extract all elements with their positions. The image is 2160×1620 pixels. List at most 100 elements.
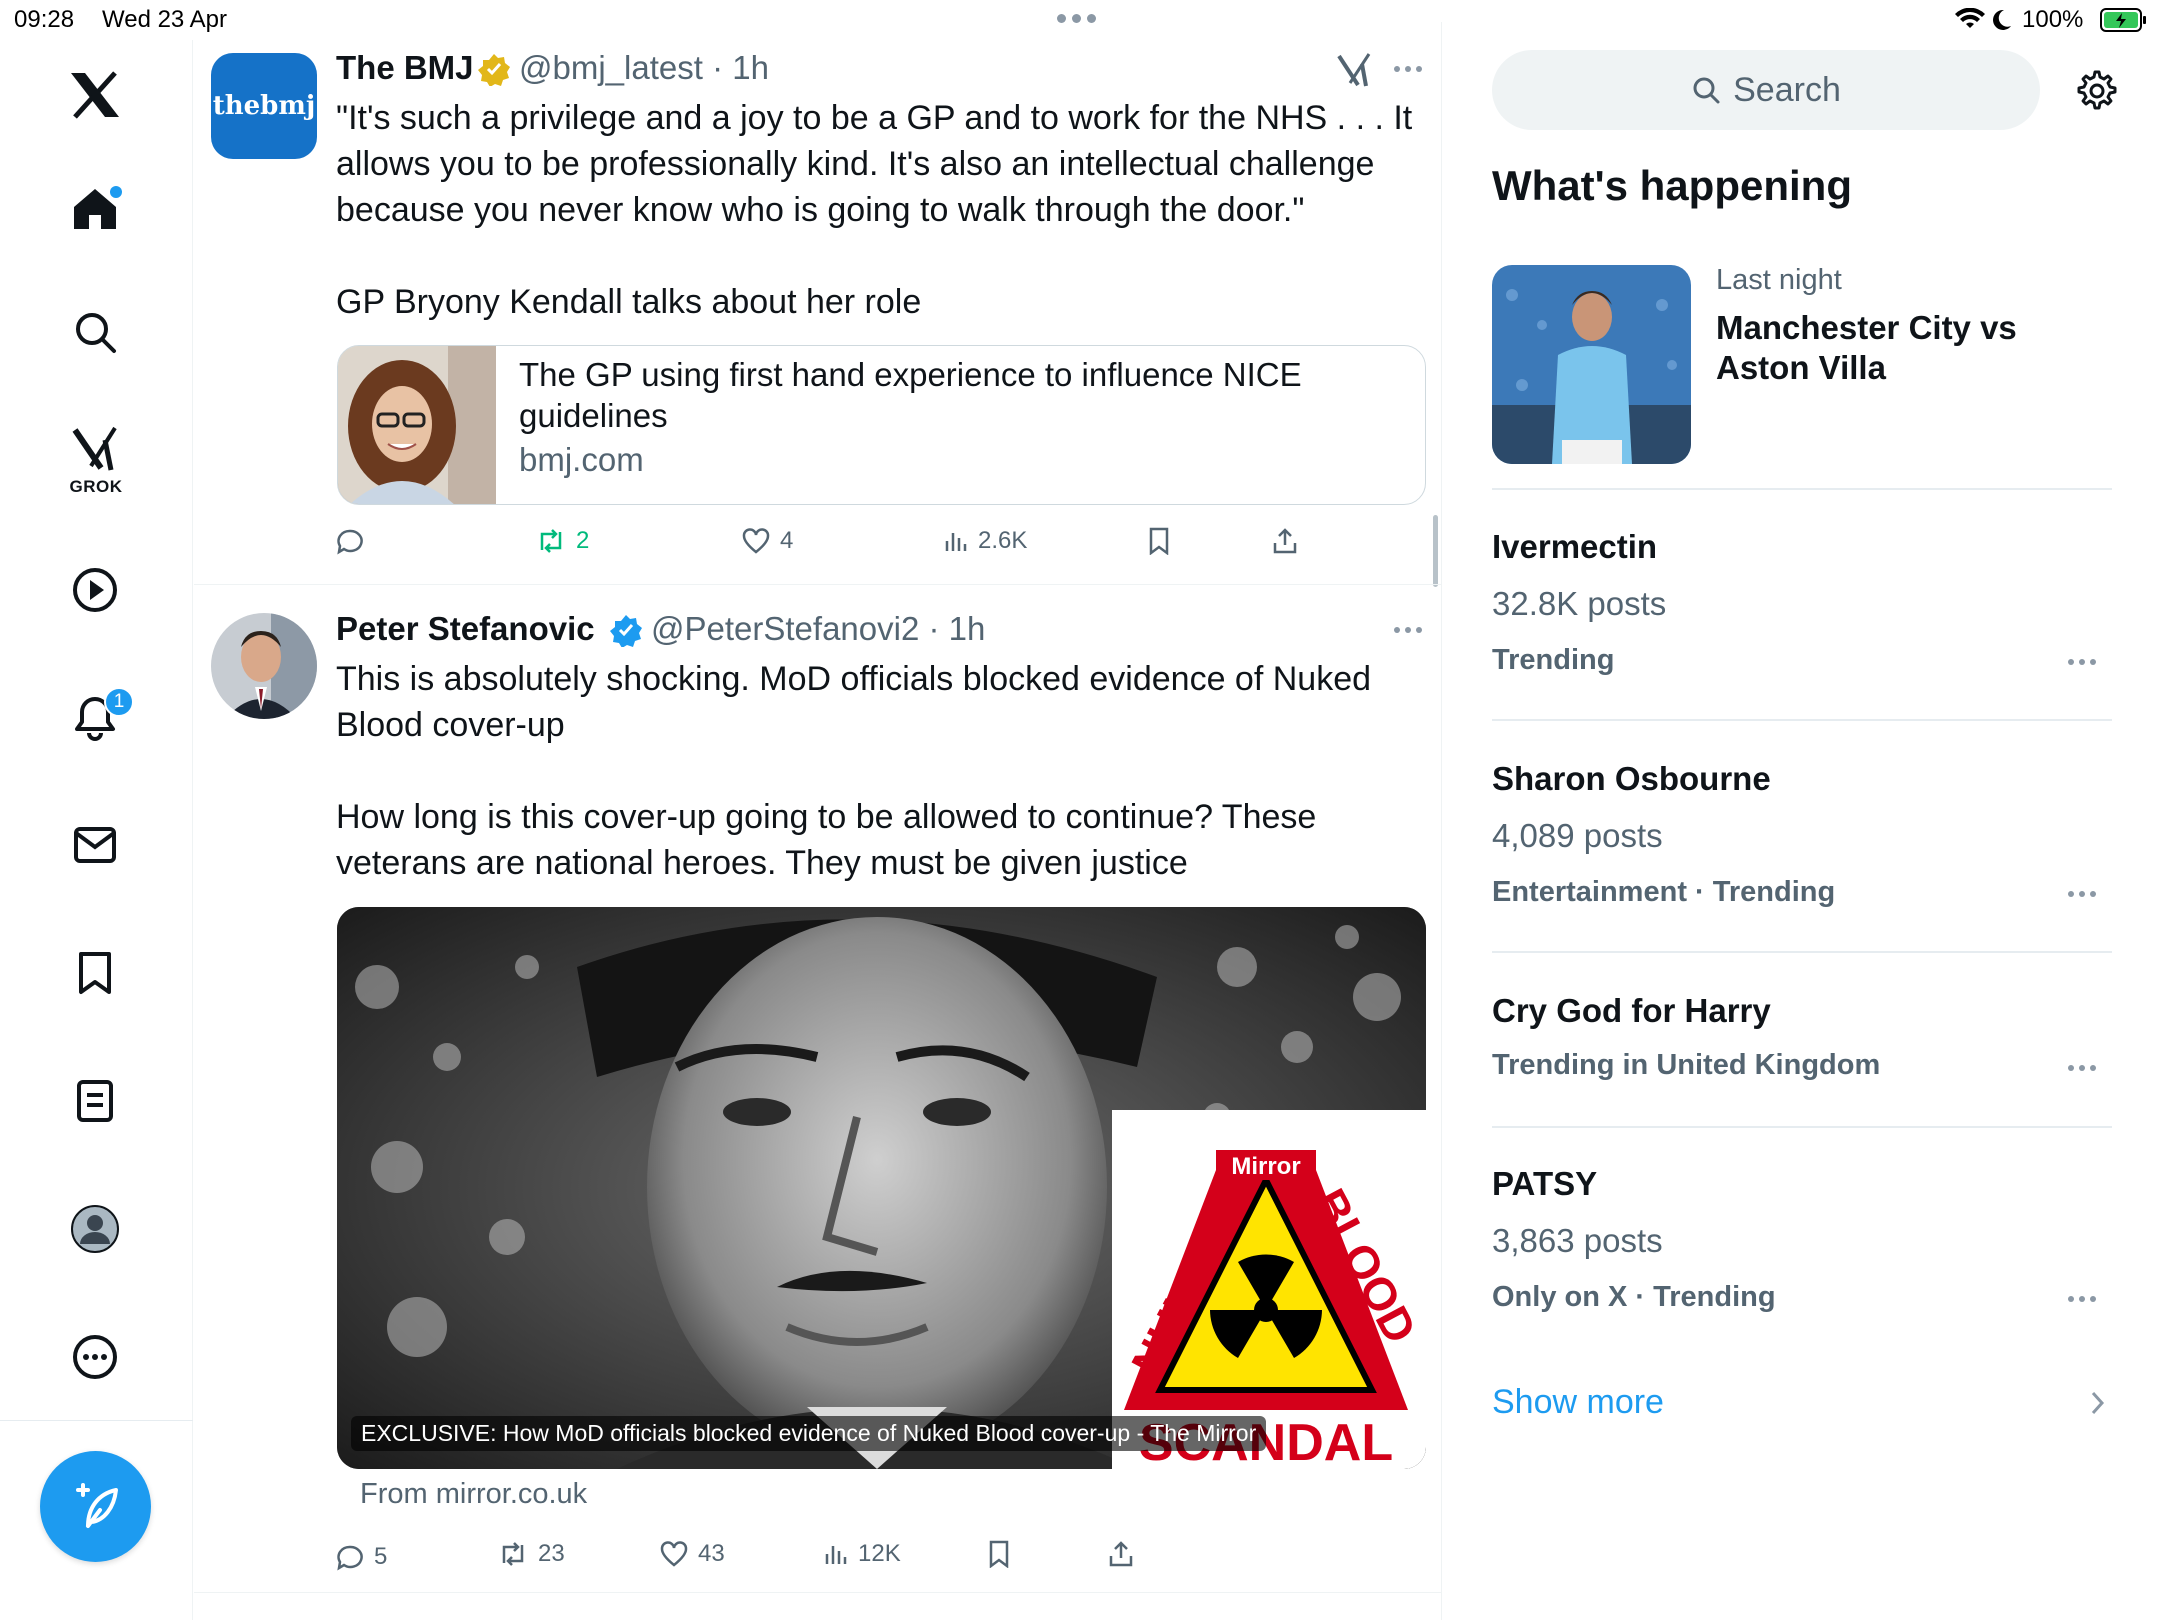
trend-more-icon[interactable]	[2068, 891, 2096, 897]
author-name[interactable]: Peter Stefanovic	[336, 610, 595, 648]
repost-button[interactable]: 23	[498, 1540, 565, 1568]
share-button[interactable]	[1108, 1540, 1134, 1568]
like-button[interactable]: 4	[742, 527, 793, 555]
link-card[interactable]: The GP using first hand experience to in…	[337, 345, 1426, 505]
trend-divider	[1492, 488, 2112, 490]
compose-post-button[interactable]	[40, 1451, 151, 1562]
tweet-text: This is absolutely shocking. MoD officia…	[336, 660, 1372, 882]
media-source[interactable]: From mirror.co.uk	[360, 1478, 587, 1511]
nav-divider	[0, 1420, 193, 1421]
tweet-stefanovic[interactable]: Peter Stefanovic @PeterStefanovi2 · 1h T…	[194, 585, 1442, 1595]
home-icon[interactable]	[66, 180, 124, 238]
trend-item[interactable]: Ivermectin 32.8K posts Trending	[1492, 520, 2112, 700]
search-placeholder: Search	[1733, 70, 1841, 109]
trend-item[interactable]: Cry God for Harry Trending in United Kin…	[1492, 984, 2112, 1114]
link-card-thumbnail	[338, 346, 496, 504]
trend-divider	[1492, 951, 2112, 953]
bookmark-button[interactable]	[1148, 527, 1170, 555]
verified-gold-badge-icon	[477, 52, 511, 86]
x-logo-icon[interactable]	[66, 66, 124, 124]
trend-more-icon[interactable]	[2068, 1065, 2096, 1071]
bmj-avatar[interactable]: thebmj	[211, 53, 317, 159]
mirror-logo-text: Mirror	[1231, 1153, 1300, 1180]
trend-title: PATSY	[1492, 1165, 1598, 1202]
author-handle-time: @PeterStefanovi2 · 1h	[651, 610, 986, 647]
share-icon	[1273, 528, 1297, 554]
timeline-scrollbar[interactable]	[1433, 515, 1438, 587]
tweet-bmj[interactable]: thebmj The BMJ @bmj_latest · 1h "It's su…	[194, 22, 1442, 587]
trend-meta: Entertainment · Trending	[1492, 876, 1836, 908]
bookmark-icon	[1149, 527, 1169, 555]
views-chart-icon	[945, 533, 967, 551]
battery-icon	[2100, 8, 2148, 32]
trend-more-icon[interactable]	[2068, 1296, 2096, 1302]
status-time: 09:28	[14, 6, 75, 33]
wifi-icon	[1955, 8, 1985, 30]
repost-icon	[502, 1542, 524, 1566]
reply-icon	[337, 529, 363, 555]
bookmark-icon	[989, 1540, 1009, 1568]
stefanovic-avatar[interactable]	[211, 613, 317, 719]
reply-button[interactable]: 5	[336, 1543, 387, 1571]
lists-icon[interactable]	[66, 1072, 124, 1130]
do-not-disturb-icon	[1990, 8, 2012, 32]
whats-happening-title: What's happening	[1492, 162, 1852, 209]
bookmark-button[interactable]	[988, 1540, 1010, 1568]
featured-trend-time: Last night	[1716, 264, 1842, 296]
tweet-more-icon[interactable]	[1394, 66, 1422, 72]
explore-search-icon[interactable]	[66, 303, 124, 361]
share-icon	[1109, 1541, 1133, 1567]
trend-title: Sharon Osbourne	[1492, 760, 1771, 797]
trend-meta: Only on X · Trending	[1492, 1281, 1776, 1313]
tweet-divider	[194, 1592, 1442, 1593]
heart-icon	[742, 528, 770, 554]
media-card[interactable]: Mirror NUKE BLOOD SCANDAL EXCLUSIVE: How…	[337, 907, 1426, 1469]
trend-divider	[1492, 719, 2112, 721]
trend-posts: 3,863 posts	[1492, 1222, 1663, 1259]
verified-blue-badge-icon	[609, 613, 643, 647]
views-chart-icon	[825, 1546, 847, 1564]
trend-more-icon[interactable]	[2068, 659, 2096, 665]
heart-icon	[660, 1541, 688, 1567]
notifications-bell-icon[interactable]: 1	[66, 687, 134, 747]
reply-button[interactable]	[336, 527, 374, 555]
profile-avatar-icon[interactable]	[66, 1200, 124, 1258]
trend-item[interactable]: PATSY 3,863 posts Only on X · Trending	[1492, 1157, 2112, 1337]
bookmarks-icon[interactable]	[66, 944, 124, 1002]
notifications-count-badge: 1	[104, 687, 134, 717]
tweet-more-icon[interactable]	[1394, 627, 1422, 633]
trend-posts: 32.8K posts	[1492, 585, 1667, 622]
battery-percentage: 100%	[2022, 6, 2084, 33]
video-play-icon[interactable]	[66, 561, 124, 619]
author-handle-time: @bmj_latest · 1h	[519, 49, 769, 86]
home-unread-dot	[110, 186, 122, 198]
search-icon	[1693, 77, 1720, 104]
featured-trend-title[interactable]: Manchester City vs Aston Villa	[1716, 308, 2017, 388]
views-button[interactable]: 2.6K	[944, 527, 1027, 555]
left-navigation: GROK 1	[0, 40, 193, 1620]
trend-item[interactable]: Sharon Osbourne 4,089 posts Entertainmen…	[1492, 752, 2112, 932]
repost-button[interactable]: 2	[536, 527, 589, 555]
trend-posts: 4,089 posts	[1492, 817, 1663, 854]
tweet-text: "It's such a privilege and a joy to be a…	[336, 99, 1413, 321]
show-more-link[interactable]: Show more	[1492, 1383, 1664, 1422]
author-name[interactable]: The BMJ	[336, 49, 474, 87]
like-button[interactable]: 43	[660, 1540, 725, 1568]
more-options-circle-icon[interactable]	[66, 1328, 124, 1386]
trend-title: Cry God for Harry	[1492, 992, 1771, 1029]
views-button[interactable]: 12K	[824, 1540, 901, 1568]
settings-gear-icon[interactable]	[2070, 66, 2120, 116]
featured-trend-image[interactable]	[1492, 265, 1691, 464]
media-caption: EXCLUSIVE: How MoD officials blocked evi…	[351, 1416, 1267, 1451]
chevron-right-icon[interactable]	[2090, 1390, 2106, 1416]
link-card-domain: bmj.com	[519, 441, 644, 478]
messages-envelope-icon[interactable]	[66, 816, 124, 874]
grok-label: GROK	[69, 477, 123, 496]
grok-explain-icon[interactable]	[1336, 52, 1372, 88]
search-input[interactable]: Search	[1492, 50, 2040, 130]
trend-title: Ivermectin	[1492, 528, 1658, 565]
link-card-title: The GP using first hand experience to in…	[519, 356, 1302, 434]
share-button[interactable]	[1272, 527, 1298, 555]
reply-icon	[337, 1545, 363, 1571]
grok-icon[interactable]	[66, 420, 124, 478]
